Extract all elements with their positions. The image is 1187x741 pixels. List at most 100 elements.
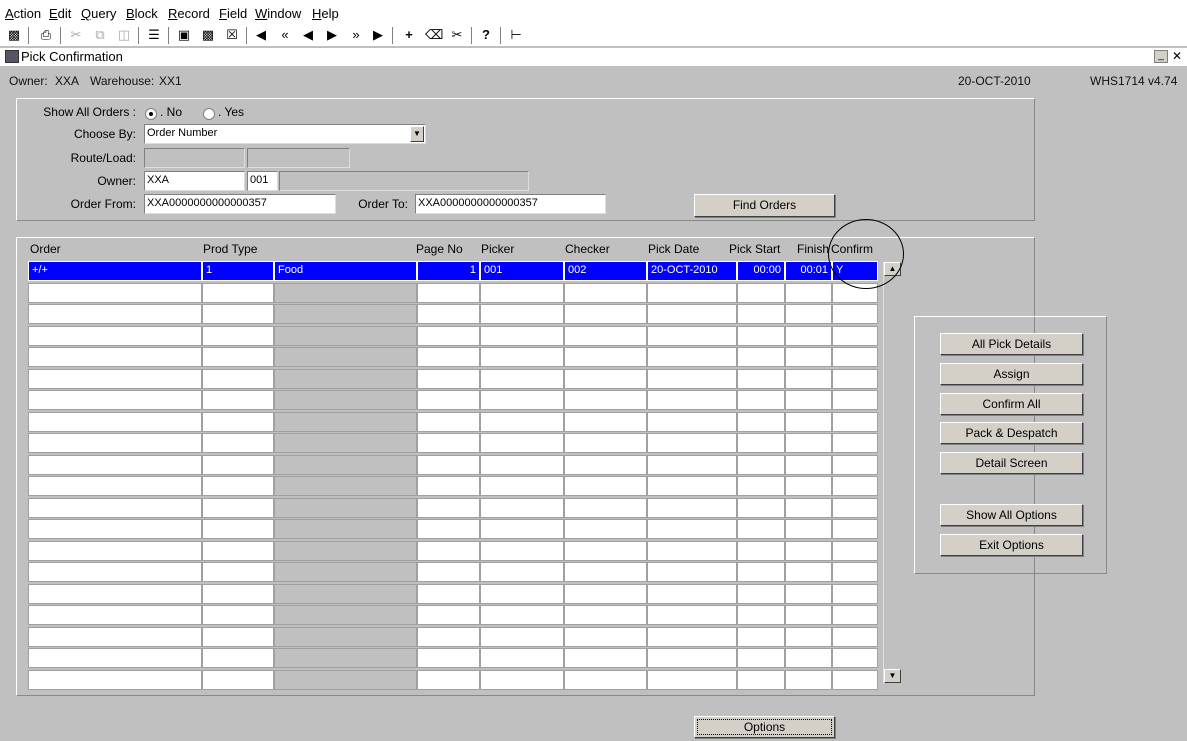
cell-checker[interactable]: 002: [564, 261, 647, 281]
cell-prod-type[interactable]: [202, 476, 274, 496]
show-all-options-button[interactable]: Show All Options: [940, 504, 1083, 526]
delete-record-icon[interactable]: ⌫: [425, 27, 443, 43]
cell-prod-type-desc[interactable]: [274, 304, 417, 324]
cell-confirm[interactable]: [832, 347, 878, 367]
cell-prod-type[interactable]: [202, 519, 274, 539]
cell-checker[interactable]: [564, 412, 647, 432]
cell-prod-type[interactable]: [202, 304, 274, 324]
cell-picker[interactable]: [480, 476, 564, 496]
prev-record-icon[interactable]: ◀: [300, 27, 316, 43]
cell-order[interactable]: [28, 648, 202, 668]
cell-checker[interactable]: [564, 605, 647, 625]
detail-screen-button[interactable]: Detail Screen: [940, 452, 1083, 474]
cell-finish[interactable]: [785, 455, 832, 475]
cell-picker[interactable]: [480, 605, 564, 625]
cell-pick-start[interactable]: [737, 498, 785, 518]
grid-scrollbar[interactable]: [883, 262, 901, 684]
cell-checker[interactable]: [564, 390, 647, 410]
owner-code-field[interactable]: XXA: [144, 171, 245, 191]
cell-prod-type[interactable]: [202, 369, 274, 389]
cell-prod-type-desc[interactable]: [274, 433, 417, 453]
cell-order[interactable]: [28, 433, 202, 453]
copy-icon[interactable]: ⧉: [92, 27, 108, 43]
cell-confirm[interactable]: [832, 541, 878, 561]
cell-confirm[interactable]: [832, 627, 878, 647]
options-button[interactable]: Options: [694, 716, 835, 738]
cell-pick-start[interactable]: [737, 541, 785, 561]
radio-yes[interactable]: [203, 108, 215, 120]
cell-picker[interactable]: [480, 519, 564, 539]
save-icon[interactable]: ▩: [6, 27, 22, 43]
cell-page-no[interactable]: [417, 433, 480, 453]
cell-pick-start[interactable]: [737, 670, 785, 690]
cell-page-no[interactable]: [417, 605, 480, 625]
cell-page-no[interactable]: [417, 347, 480, 367]
cell-prod-type-desc[interactable]: [274, 584, 417, 604]
cell-finish[interactable]: [785, 369, 832, 389]
cell-checker[interactable]: [564, 584, 647, 604]
cell-picker[interactable]: [480, 562, 564, 582]
cell-confirm[interactable]: [832, 584, 878, 604]
cell-confirm[interactable]: [832, 369, 878, 389]
pack-despatch-button[interactable]: Pack & Despatch: [940, 422, 1083, 444]
cell-picker[interactable]: [480, 390, 564, 410]
cell-finish[interactable]: [785, 498, 832, 518]
cell-prod-type-desc[interactable]: [274, 562, 417, 582]
cell-page-no[interactable]: [417, 369, 480, 389]
cell-finish[interactable]: [785, 433, 832, 453]
cell-checker[interactable]: [564, 670, 647, 690]
cell-pick-date[interactable]: 20-OCT-2010: [647, 261, 737, 281]
cell-pick-start[interactable]: [737, 648, 785, 668]
cell-pick-start[interactable]: [737, 412, 785, 432]
cell-pick-start[interactable]: [737, 627, 785, 647]
cell-prod-type-desc[interactable]: [274, 369, 417, 389]
insert-record-icon[interactable]: +: [401, 27, 417, 43]
cell-finish[interactable]: [785, 412, 832, 432]
scroll-down-icon[interactable]: ▼: [884, 669, 901, 683]
cell-finish[interactable]: [785, 562, 832, 582]
find-orders-button[interactable]: Find Orders: [694, 194, 835, 217]
cell-picker[interactable]: [480, 412, 564, 432]
cell-prod-type[interactable]: [202, 326, 274, 346]
cell-pick-start[interactable]: [737, 519, 785, 539]
cell-confirm[interactable]: [832, 476, 878, 496]
cell-pick-date[interactable]: [647, 476, 737, 496]
cell-finish[interactable]: [785, 347, 832, 367]
cell-page-no[interactable]: [417, 541, 480, 561]
cell-prod-type-desc[interactable]: [274, 412, 417, 432]
cell-prod-type[interactable]: [202, 455, 274, 475]
cell-order[interactable]: [28, 476, 202, 496]
cell-finish[interactable]: [785, 670, 832, 690]
next-record-icon[interactable]: ▶: [324, 27, 340, 43]
first-record-icon[interactable]: ◀: [253, 27, 269, 43]
cell-prod-type-desc[interactable]: [274, 670, 417, 690]
cell-prod-type[interactable]: [202, 584, 274, 604]
cell-finish[interactable]: [785, 283, 832, 303]
cut-icon[interactable]: ✂: [68, 27, 84, 43]
cell-picker[interactable]: [480, 670, 564, 690]
cell-picker[interactable]: [480, 433, 564, 453]
cell-page-no[interactable]: [417, 670, 480, 690]
cell-finish[interactable]: [785, 541, 832, 561]
cell-confirm[interactable]: [832, 433, 878, 453]
cell-prod-type[interactable]: [202, 541, 274, 561]
cell-pick-start[interactable]: [737, 283, 785, 303]
cell-order[interactable]: [28, 519, 202, 539]
cell-pick-date[interactable]: [647, 498, 737, 518]
cell-picker[interactable]: [480, 283, 564, 303]
menu-field[interactable]: Field: [219, 6, 247, 21]
cell-pick-date[interactable]: [647, 670, 737, 690]
cell-order[interactable]: [28, 562, 202, 582]
cell-prod-type-desc[interactable]: [274, 326, 417, 346]
cell-pick-date[interactable]: [647, 347, 737, 367]
cell-picker[interactable]: [480, 584, 564, 604]
cell-prod-type-desc[interactable]: Food: [274, 261, 417, 281]
cell-prod-type[interactable]: [202, 283, 274, 303]
cell-confirm[interactable]: [832, 562, 878, 582]
cell-finish[interactable]: [785, 304, 832, 324]
cell-order[interactable]: [28, 584, 202, 604]
cell-picker[interactable]: [480, 347, 564, 367]
radio-no[interactable]: [145, 108, 157, 120]
cell-picker[interactable]: 001: [480, 261, 564, 281]
cell-prod-type[interactable]: [202, 670, 274, 690]
